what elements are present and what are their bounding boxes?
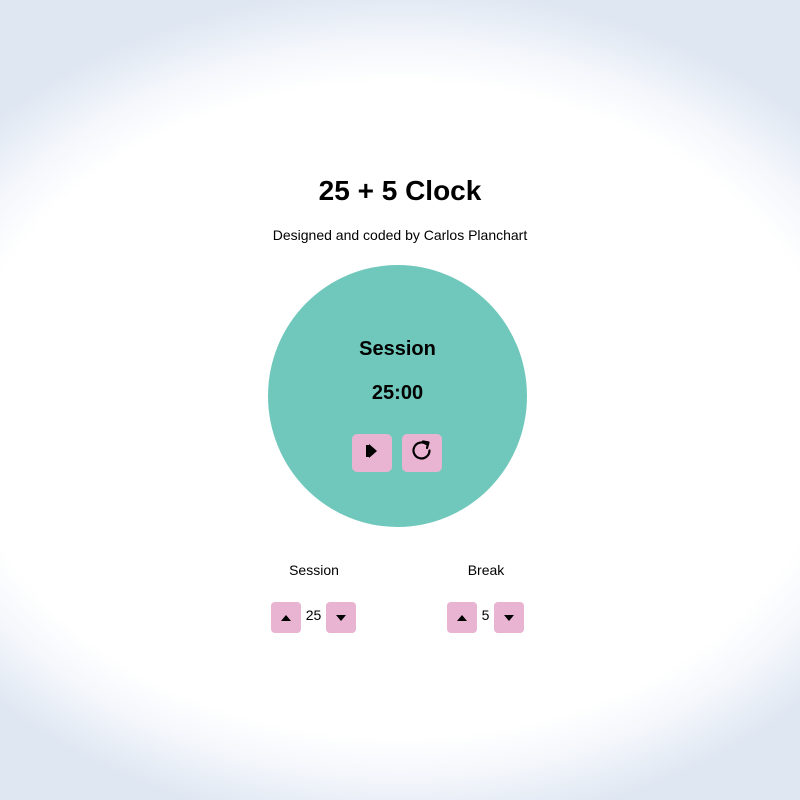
start-stop-button[interactable] <box>352 434 392 472</box>
session-decrement-button[interactable] <box>326 602 356 633</box>
break-decrement-button[interactable] <box>494 602 524 633</box>
timer-label: Session <box>359 338 436 360</box>
arrow-down-icon <box>335 609 347 627</box>
timer-display: Session 25:00 <box>268 265 527 527</box>
refresh-icon <box>409 438 435 469</box>
reset-button[interactable] <box>402 434 442 472</box>
arrow-up-icon <box>456 609 468 627</box>
break-length-value: 5 <box>481 607 490 623</box>
arrow-up-icon <box>280 609 292 627</box>
session-increment-button[interactable] <box>271 602 301 633</box>
timer-time: 25:00 <box>371 382 424 404</box>
arrow-down-icon <box>503 609 515 627</box>
break-increment-button[interactable] <box>447 602 477 633</box>
clock-app: 25 + 5 Clock Designed and coded by Carlo… <box>0 0 800 800</box>
page-title: 25 + 5 Clock <box>318 175 482 206</box>
session-length-label: Session <box>289 562 339 578</box>
page-subtitle: Designed and coded by Carlos Planchart <box>272 227 528 243</box>
play-pause-icon <box>362 441 382 466</box>
break-length-label: Break <box>467 562 505 578</box>
session-length-value: 25 <box>305 607 322 623</box>
